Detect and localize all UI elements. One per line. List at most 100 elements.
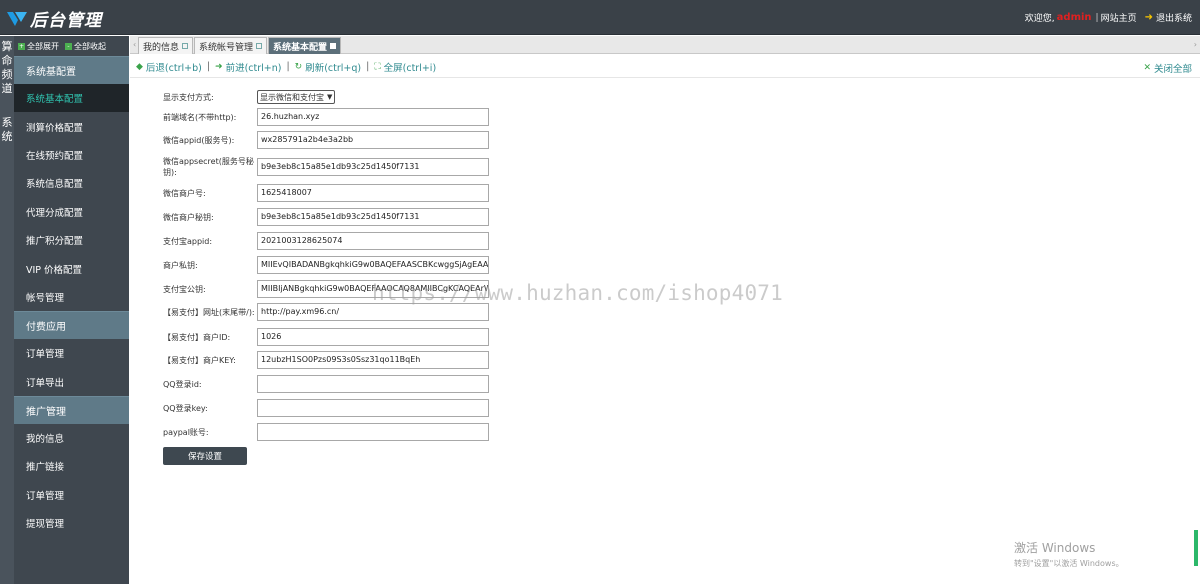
tab-basic-config[interactable]: 系统基本配置 [268,37,342,54]
fullscreen-icon: ⛶ [374,61,381,72]
sidebar-item-basic-config[interactable]: 系统基本配置 [14,84,129,113]
refresh-button[interactable]: ↻ 刷新(ctrl+q) [295,60,361,74]
save-button[interactable]: 保存设置 [163,447,247,465]
form-row: 【易支付】商户KEY: 12ubzH1SO0Pzs09S3s0Ssz31qo11… [163,351,493,371]
qq-login-id-input[interactable] [257,375,489,393]
wechat-appsecret-input[interactable]: b9e3eb8c15a85e1db93c25d1450f7131 [257,158,489,176]
logo-text: 后台管理 [30,10,102,31]
tab-scroll-right-icon[interactable]: › [1194,40,1197,49]
back-arrow-icon: ◆ [136,61,143,72]
field-label: 微信商户号: [163,189,206,198]
wechat-appid-input[interactable]: wx285791a2b4e3a2bb [257,131,489,149]
wechat-merchant-key-input[interactable]: b9e3eb8c15a85e1db93c25d1450f7131 [257,208,489,226]
epay-merchant-id-input[interactable]: 1026 [257,328,489,346]
refresh-icon: ↻ [294,61,303,72]
activation-title: 激活 Windows [1014,541,1096,555]
form-row-pay-method: 显示支付方式: 显示微信和支付宝 ▼ [163,89,493,105]
site-home-link[interactable]: 网站主页 [1101,11,1137,24]
sidebar: + 全部展开 - 全部收起 系统基配置 系统基本配置 测算价格配置 在线预约配置… [14,36,129,584]
top-header: 后台管理 欢迎您, admin | 网站主页 ➜ 退出系统 [0,0,1200,35]
windows-activation-notice: 激活 Windows 转到"设置"以激活 Windows。 [1014,539,1124,569]
form-row: 【易支付】商户ID: 1026 [163,328,493,348]
field-label: 【易支付】网址(末尾带/): [163,308,255,317]
tab-close-icon[interactable] [256,43,263,49]
sidebar-item-promo-orders[interactable]: 订单管理 [14,481,129,509]
expand-all-button[interactable]: 全部展开 [27,41,59,52]
sidebar-item-order-export[interactable]: 订单导出 [14,368,129,396]
form-row: 微信appsecret(服务号秘钥): b9e3eb8c15a85e1db93c… [163,156,493,180]
header-user-area: 欢迎您, admin | 网站主页 ➜ 退出系统 [1024,11,1192,24]
sidebar-item-vip-config[interactable]: VIP 价格配置 [14,254,129,282]
tab-scroll-left-icon[interactable]: ‹ [133,40,136,49]
domain-input[interactable]: 26.huzhan.xyz [257,108,489,126]
fullscreen-button[interactable]: ⛶ 全屏(ctrl+i) [374,60,436,74]
sidebar-item-account[interactable]: 帐号管理 [14,283,129,311]
alipay-appid-input[interactable]: 2021003128625074 [257,232,489,250]
collapse-icon: - [65,42,72,50]
field-label: 微信appsecret(服务号秘钥): [163,157,254,177]
form-row: paypal账号: [163,423,493,443]
back-button[interactable]: ◆ 后退(ctrl+b) [136,60,202,74]
scrollbar-thumb[interactable] [1194,530,1198,566]
form-row: 支付宝appid: 2021003128625074 [163,232,493,252]
tab-account-manage[interactable]: 系统帐号管理 [194,37,268,54]
field-label: 【易支付】商户ID: [163,333,231,342]
channel-strip: 算 命 频 道 系 统 [0,36,14,584]
close-all-button[interactable]: ✕ 关闭全部 [1143,61,1192,75]
field-label: 微信商户秘钥: [163,213,214,222]
form-row: 前端域名(不带http): 26.huzhan.xyz [163,108,493,128]
expand-icon: + [18,42,25,50]
logout-link[interactable]: 退出系统 [1156,11,1192,24]
tab-my-info[interactable]: 我的信息 [138,37,194,54]
epay-url-input[interactable]: http://pay.xm96.cn/ [257,303,489,321]
sidebar-group-paid[interactable]: 付费应用 [14,311,129,340]
collapse-all-button[interactable]: 全部收起 [74,41,106,52]
channel-label-fortune[interactable]: 算 命 频 道 [0,40,14,96]
sidebar-group-system[interactable]: 系统基配置 [14,56,129,84]
sidebar-item-info-config[interactable]: 系统信息配置 [14,169,129,197]
sidebar-item-agent-config[interactable]: 代理分成配置 [14,198,129,226]
field-label: 微信appid(服务号): [163,136,235,145]
form-row: 【易支付】网址(末尾带/): http://pay.xm96.cn/ [163,303,493,323]
sidebar-item-my-info[interactable]: 我的信息 [14,424,129,452]
username: admin [1056,12,1092,23]
forward-arrow-icon: ➜ [215,61,223,72]
field-label: 【易支付】商户KEY: [163,356,236,365]
form-row: 微信商户秘钥: b9e3eb8c15a85e1db93c25d1450f7131 [163,208,493,228]
form-row: 商户私钥: MIIEvQIBADANBgkqhkiG9w0BAQEFAASCBK… [163,256,493,276]
sidebar-item-booking-config[interactable]: 在线预约配置 [14,141,129,169]
field-label: 前端域名(不带http): [163,113,237,122]
qq-login-key-input[interactable] [257,399,489,417]
logo: 后台管理 [6,8,102,31]
sidebar-item-orders[interactable]: 订单管理 [14,339,129,367]
forward-button[interactable]: ➜ 前进(ctrl+n) [215,60,281,74]
toolbar: ◆ 后退(ctrl+b) | ➜ 前进(ctrl+n) | ↻ 刷新(ctrl+… [130,56,1200,78]
field-label: paypal账号: [163,428,209,437]
paypal-account-input[interactable] [257,423,489,441]
channel-label-system[interactable]: 系 统 [0,116,14,144]
epay-merchant-key-input[interactable]: 12ubzH1SO0Pzs09S3s0Ssz31qo11BqEh [257,351,489,369]
form-row: 微信appid(服务号): wx285791a2b4e3a2bb [163,131,493,151]
merchant-private-key-input[interactable]: MIIEvQIBADANBgkqhkiG9w0BAQEFAASCBKcwggSj… [257,256,489,274]
sidebar-item-points-config[interactable]: 推广积分配置 [14,226,129,254]
sidebar-item-withdraw[interactable]: 提现管理 [14,509,129,537]
sidebar-group-promo[interactable]: 推广管理 [14,395,129,424]
tab-close-icon[interactable] [330,43,337,49]
pay-method-select[interactable]: 显示微信和支付宝 ▼ [257,90,336,104]
wechat-merchant-id-input[interactable]: 1625418007 [257,184,489,202]
welcome-text: 欢迎您, [1024,14,1055,24]
logo-icon [6,9,28,27]
pay-method-label: 显示支付方式: [163,93,214,102]
form-row: QQ登录id: [163,375,493,395]
activation-subtitle: 转到"设置"以激活 Windows。 [1014,559,1124,568]
logout-arrow-icon: ➜ [1144,12,1153,23]
form-row: 微信商户号: 1625418007 [163,184,493,204]
watermark-text: https://www.huzhan.com/ishop4071 [372,281,783,305]
tab-close-icon[interactable] [182,43,189,49]
form-row: QQ登录key: [163,399,493,419]
sidebar-expand-controls: + 全部展开 - 全部收起 [14,36,129,56]
field-label: QQ登录id: [163,380,202,389]
sidebar-item-promo-link[interactable]: 推广链接 [14,452,129,480]
field-label: 支付宝公钥: [163,285,206,294]
sidebar-item-price-config[interactable]: 测算价格配置 [14,112,129,140]
